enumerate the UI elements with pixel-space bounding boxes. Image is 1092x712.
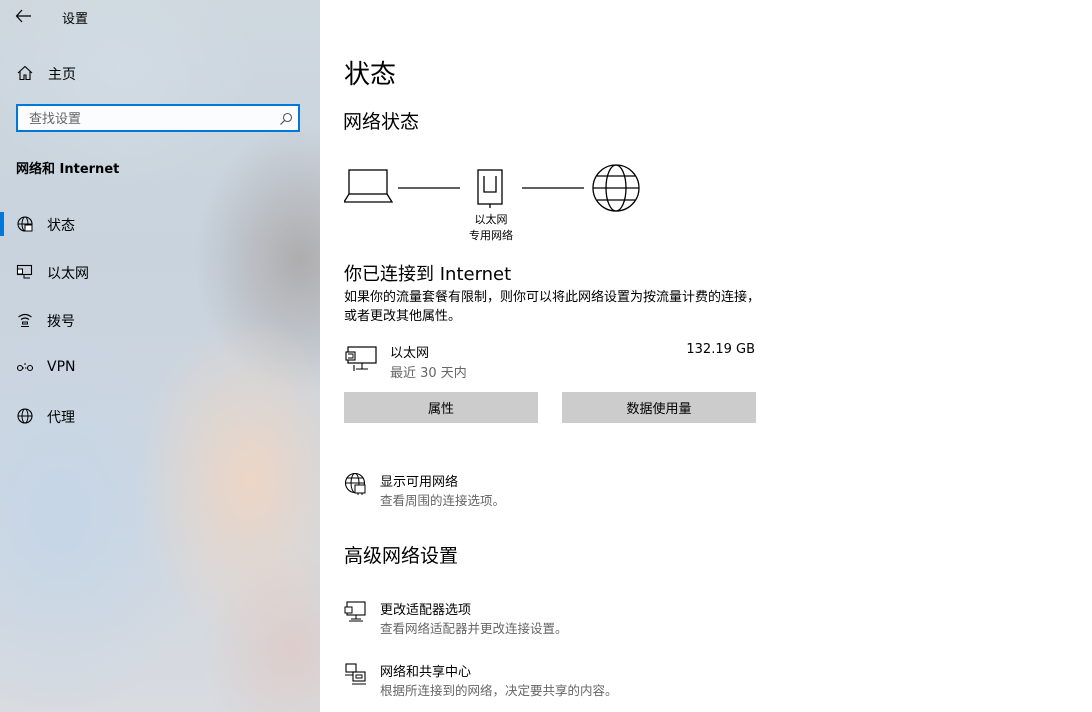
home-icon	[16, 64, 34, 82]
data-usage-value: 132.19 GB	[686, 342, 755, 357]
sidebar-item-label: 主页	[48, 67, 76, 83]
globe-network-icon	[344, 472, 368, 496]
network-diagram: 以太网 专用网络	[344, 160, 644, 250]
search-box[interactable]	[16, 104, 300, 132]
sidebar-item-label: 代理	[47, 410, 75, 426]
ethernet-port-icon	[477, 169, 503, 208]
connection-status-heading: 你已连接到 Internet	[344, 264, 512, 285]
sidebar: 设置 主页 网络和 Internet 状态	[0, 0, 320, 712]
dialup-icon	[16, 311, 34, 329]
sidebar-item-label: 以太网	[47, 266, 89, 282]
back-button[interactable]	[14, 7, 34, 25]
sidebar-item-proxy[interactable]: 代理	[0, 396, 320, 436]
sidebar-item-home[interactable]: 主页	[0, 53, 320, 93]
globe-status-icon	[16, 215, 34, 233]
main-content: 状态 网络状态 以太网 专用网络 你已连接到 Internet 如果你的流量套餐	[320, 0, 1092, 712]
laptop-icon	[344, 169, 394, 203]
globe-icon	[16, 407, 34, 425]
sidebar-item-vpn[interactable]: VPN	[0, 348, 320, 388]
section-title: 网络和 Internet	[16, 162, 120, 177]
change-adapter-options-link[interactable]: 更改适配器选项 查看网络适配器并更改连接设置。	[344, 599, 844, 639]
link-title: 显示可用网络	[380, 475, 459, 490]
diagram-network-type: 专用网络	[469, 229, 513, 242]
vpn-icon	[16, 359, 34, 377]
link-subtitle: 查看周围的连接选项。	[380, 493, 506, 508]
network-sharing-center-link[interactable]: 网络和共享中心 根据所连接到的网络，决定要共享的内容。	[344, 661, 844, 701]
title-bar: 设置	[0, 0, 320, 32]
app-title: 设置	[62, 12, 89, 27]
diagram-adapter-name: 以太网	[474, 213, 508, 226]
adapter-settings-icon	[344, 600, 368, 624]
internet-globe-icon	[592, 164, 640, 212]
properties-button[interactable]: 属性	[344, 392, 538, 423]
link-title: 更改适配器选项	[380, 603, 472, 618]
ethernet-icon	[16, 263, 34, 281]
link-title: 网络和共享中心	[380, 665, 472, 680]
network-adapter-icon	[345, 345, 379, 373]
data-usage-button[interactable]: 数据使用量	[562, 392, 756, 423]
sidebar-item-status[interactable]: 状态	[0, 204, 320, 244]
search-input[interactable]	[27, 109, 271, 129]
sidebar-item-ethernet[interactable]: 以太网	[0, 252, 320, 292]
network-status-heading: 网络状态	[343, 111, 420, 133]
sharing-center-icon	[344, 662, 368, 686]
link-subtitle: 查看网络适配器并更改连接设置。	[380, 621, 568, 636]
sidebar-item-label: 状态	[47, 218, 75, 234]
adapter-name: 以太网	[390, 346, 430, 361]
sidebar-item-label: VPN	[47, 359, 76, 375]
back-arrow-icon	[15, 9, 31, 23]
sidebar-item-dialup[interactable]: 拨号	[0, 300, 320, 340]
usage-period: 最近 30 天内	[390, 366, 467, 381]
search-icon[interactable]	[279, 111, 293, 125]
link-subtitle: 根据所连接到的网络，决定要共享的内容。	[380, 683, 618, 698]
connection-description: 如果你的流量套餐有限制，则你可以将此网络设置为按流量计费的连接，或者更改其他属性…	[344, 290, 761, 324]
show-available-networks-link[interactable]: 显示可用网络 查看周围的连接选项。	[344, 471, 844, 511]
sidebar-item-label: 拨号	[47, 314, 75, 330]
page-title: 状态	[344, 60, 397, 90]
advanced-settings-heading: 高级网络设置	[344, 545, 459, 567]
